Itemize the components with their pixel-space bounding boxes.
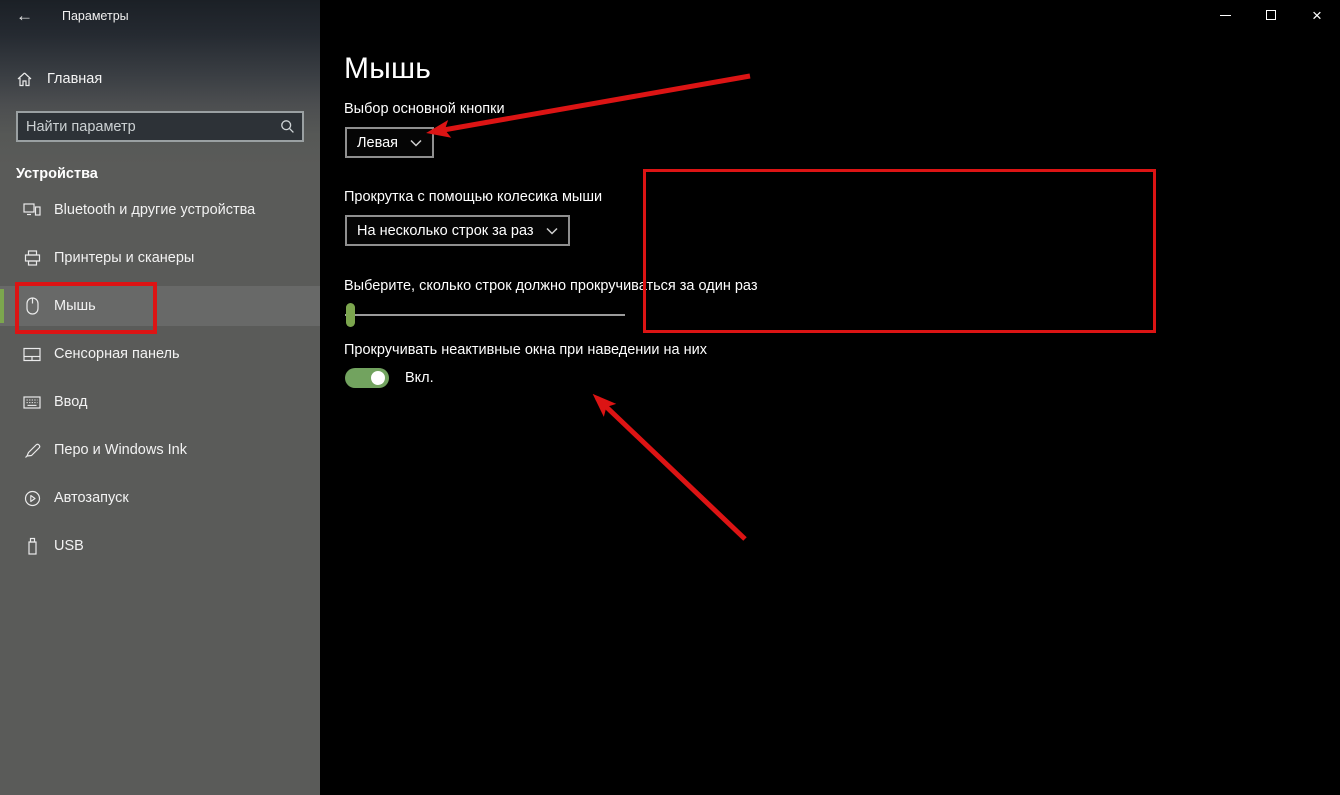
sidebar-item-label: USB <box>54 538 84 554</box>
sidebar-item-label: Мышь <box>54 298 96 314</box>
search-icon[interactable] <box>272 119 302 134</box>
sidebar: ← Параметры Главная Устройства Bluetooth… <box>0 0 320 795</box>
sidebar-item-home[interactable]: Главная <box>16 62 320 96</box>
home-icon <box>16 71 33 88</box>
sidebar-item-typing[interactable]: Ввод <box>0 382 320 422</box>
close-icon: × <box>1312 7 1322 24</box>
sidebar-item-mouse[interactable]: Мышь <box>0 286 320 326</box>
touchpad-icon <box>22 347 42 362</box>
search-box[interactable] <box>16 111 304 142</box>
sidebar-item-bluetooth[interactable]: Bluetooth и другие устройства <box>0 190 320 230</box>
main-content: × Мышь Выбор основной кнопки Левая Прокр… <box>320 0 1340 795</box>
usb-icon <box>22 537 42 555</box>
autoplay-icon <box>22 490 42 507</box>
maximize-icon <box>1266 10 1276 20</box>
inactive-scroll-toggle[interactable] <box>345 368 389 388</box>
inactive-scroll-label: Прокручивать неактивные окна при наведен… <box>344 342 707 358</box>
primary-button-label: Выбор основной кнопки <box>344 101 505 117</box>
toggle-state-label: Вкл. <box>405 370 434 386</box>
back-button[interactable]: ← <box>16 6 46 26</box>
mouse-icon <box>22 297 42 315</box>
minimize-icon <box>1220 15 1231 16</box>
sidebar-item-printers[interactable]: Принтеры и сканеры <box>0 238 320 278</box>
pen-icon <box>22 442 42 459</box>
sidebar-item-pen[interactable]: Перо и Windows Ink <box>0 430 320 470</box>
lines-slider-label: Выберите, сколько строк должно прокручив… <box>344 278 757 294</box>
wheel-scroll-dropdown[interactable]: На несколько строк за раз <box>345 215 570 246</box>
page-title: Мышь <box>344 52 431 86</box>
wheel-scroll-label: Прокрутка с помощью колесика мыши <box>344 189 602 205</box>
minimize-button[interactable] <box>1202 0 1248 30</box>
close-button[interactable]: × <box>1294 0 1340 30</box>
search-input[interactable] <box>18 119 272 135</box>
sidebar-item-label: Сенсорная панель <box>54 346 180 362</box>
titlebar: ← Параметры <box>0 0 320 32</box>
sidebar-item-touchpad[interactable]: Сенсорная панель <box>0 334 320 374</box>
printer-icon <box>22 250 42 266</box>
sidebar-section-title: Устройства <box>16 166 320 182</box>
sidebar-item-label: Ввод <box>54 394 87 410</box>
primary-button-dropdown[interactable]: Левая <box>345 127 434 158</box>
sidebar-item-label: Bluetooth и другие устройства <box>54 202 255 218</box>
dropdown-value: Левая <box>357 135 398 151</box>
slider-thumb[interactable] <box>346 303 355 327</box>
slider-track[interactable] <box>345 314 625 316</box>
inactive-scroll-toggle-row: Вкл. <box>345 368 434 388</box>
dropdown-value: На несколько строк за раз <box>357 223 534 239</box>
window-controls: × <box>1202 0 1340 30</box>
app-title: Параметры <box>62 9 129 23</box>
sidebar-item-label: Автозапуск <box>54 490 129 506</box>
chevron-down-icon <box>546 227 558 235</box>
toggle-knob <box>371 371 385 385</box>
devices-icon <box>22 202 42 218</box>
sidebar-item-label: Перо и Windows Ink <box>54 442 187 458</box>
chevron-down-icon <box>410 139 422 147</box>
lines-slider[interactable] <box>345 302 625 328</box>
sidebar-item-label: Принтеры и сканеры <box>54 250 194 266</box>
sidebar-item-autoplay[interactable]: Автозапуск <box>0 478 320 518</box>
maximize-button[interactable] <box>1248 0 1294 30</box>
sidebar-nav: Bluetooth и другие устройства Принтеры и… <box>0 190 320 566</box>
keyboard-icon <box>22 396 42 409</box>
sidebar-item-label: Главная <box>47 71 102 87</box>
sidebar-item-usb[interactable]: USB <box>0 526 320 566</box>
